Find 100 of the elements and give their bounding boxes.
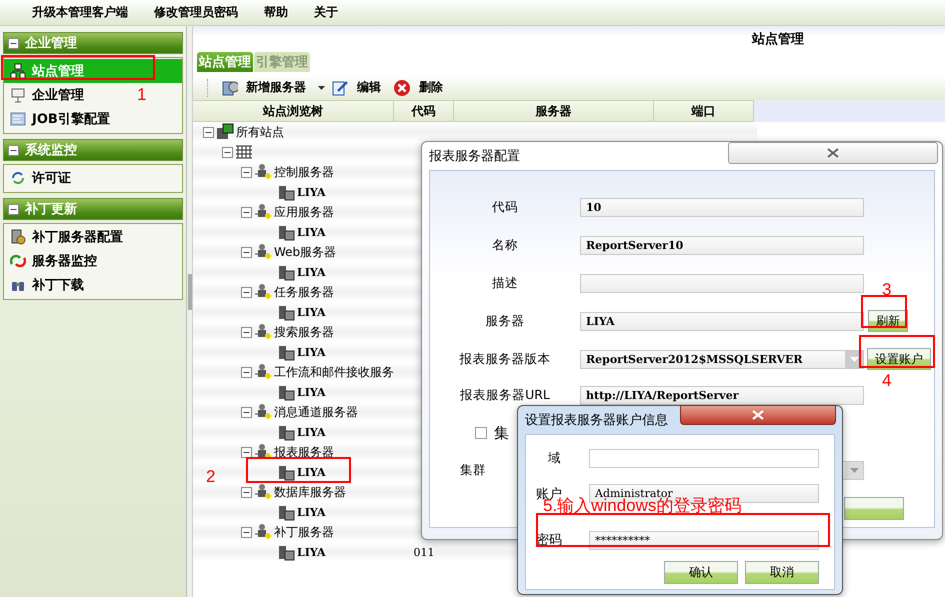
- code-cell-text: 011: [412, 544, 436, 560]
- tree-node[interactable]: LIYA: [297, 506, 326, 518]
- collapse-icon[interactable]: [241, 326, 252, 338]
- dialog-title: 设置报表服务器账户信息: [525, 412, 669, 429]
- sidebar-item[interactable]: 补丁下载: [4, 273, 88, 297]
- tree-node[interactable]: LIYA: [297, 226, 326, 238]
- field-label: 集群: [460, 462, 487, 478]
- column-header[interactable]: 端口: [654, 100, 754, 122]
- text-field[interactable]: ReportServer10: [580, 236, 864, 254]
- page-title: 站点管理: [752, 31, 804, 48]
- menu-item[interactable]: 关于: [314, 4, 338, 21]
- tree-node[interactable]: LIYA: [297, 546, 326, 558]
- text-field[interactable]: LIYA: [580, 312, 864, 330]
- close-button[interactable]: [728, 142, 938, 164]
- cancel-button[interactable]: 取消: [745, 560, 819, 584]
- collapse-icon[interactable]: [203, 126, 214, 138]
- server-group-icon: [254, 203, 272, 221]
- column-header[interactable]: 站点浏览树: [193, 100, 394, 122]
- tree-node[interactable]: LIYA: [297, 386, 326, 398]
- sites-icon: [216, 123, 234, 141]
- server-icon: [277, 263, 295, 281]
- presentation-board-icon: [10, 87, 26, 103]
- version-dropdown[interactable]: ReportServer2012$MSSQLSERVER: [580, 350, 864, 368]
- edit-icon: [331, 78, 349, 96]
- refresh-icon: [10, 170, 26, 186]
- field-label: 报表服务器版本: [458, 350, 552, 368]
- checkbox[interactable]: [475, 427, 487, 439]
- set-account-button[interactable]: 设置账户: [867, 348, 931, 370]
- server-group-icon: [254, 163, 272, 181]
- form-icon: [10, 111, 26, 127]
- tree-node[interactable]: 报表服务器: [274, 444, 334, 460]
- server-group-icon: [254, 363, 272, 381]
- field-label: 报表服务器URL: [459, 386, 551, 404]
- tree-node[interactable]: LIYA: [297, 266, 326, 278]
- tree-node[interactable]: Web服务器: [274, 244, 336, 260]
- org-chart-icon: [10, 63, 26, 79]
- server-icon: [277, 503, 295, 521]
- collapse-icon[interactable]: [241, 526, 252, 538]
- sidebar-item[interactable]: 服务器监控: [4, 249, 101, 273]
- tree-node[interactable]: 所有站点: [236, 124, 284, 140]
- text-field[interactable]: [589, 449, 819, 468]
- collapse-icon[interactable]: [241, 406, 252, 418]
- tree-node[interactable]: 应用服务器: [274, 204, 334, 220]
- caret-icon: [850, 356, 858, 362]
- collapse-icon[interactable]: [241, 286, 252, 298]
- collapse-icon[interactable]: [241, 166, 252, 178]
- collapse-icon[interactable]: [241, 366, 252, 378]
- field-label: 名称: [491, 236, 519, 254]
- tree-node[interactable]: LIYA: [297, 186, 326, 198]
- field-label: 域: [547, 450, 562, 467]
- tree-node[interactable]: 任务服务器: [274, 284, 334, 300]
- delete-button[interactable]: 删除: [393, 78, 443, 96]
- server-icon: [277, 463, 295, 481]
- tree-node[interactable]: 消息通道服务器: [274, 404, 358, 420]
- highlight-box: [861, 295, 907, 328]
- add-server-button[interactable]: 新增服务器: [220, 78, 306, 96]
- tree-node[interactable]: LIYA: [297, 466, 326, 478]
- server-group-icon: [254, 323, 272, 341]
- collapse-icon[interactable]: [8, 204, 19, 214]
- confirm-button[interactable]: 确认: [664, 560, 738, 584]
- step-number: 2: [206, 468, 216, 485]
- column-header[interactable]: 服务器: [454, 100, 654, 122]
- server-icon: [277, 223, 295, 241]
- text-field[interactable]: http://LIYA/ReportServer: [580, 386, 864, 404]
- sidebar-item[interactable]: 补丁服务器配置: [4, 225, 127, 249]
- server-group-icon: [254, 523, 272, 541]
- collapse-icon[interactable]: [222, 146, 233, 158]
- tree-node[interactable]: LIYA: [297, 426, 326, 438]
- close-icon: [827, 148, 839, 158]
- server-icon: [277, 183, 295, 201]
- menu-item[interactable]: 修改管理员密码: [154, 4, 238, 21]
- collapse-icon[interactable]: [241, 486, 252, 498]
- tree-node[interactable]: 补丁服务器: [274, 524, 334, 540]
- tree-node[interactable]: 工作流和邮件接收服务: [274, 364, 394, 380]
- tree-node[interactable]: LIYA: [297, 306, 326, 318]
- tree-node[interactable]: 控制服务器: [274, 164, 334, 180]
- sidebar-item[interactable]: 企业管理: [4, 83, 88, 107]
- tree-node[interactable]: 搜索服务器: [274, 324, 334, 340]
- checkbox-label: 集: [494, 424, 509, 442]
- close-button[interactable]: [680, 405, 836, 425]
- collapse-icon[interactable]: [241, 206, 252, 218]
- menu-item[interactable]: 升级本管理客户端: [32, 4, 128, 21]
- tree-node[interactable]: LIYA: [297, 346, 326, 358]
- field-label: 描述: [491, 274, 519, 292]
- field-label: 服务器: [484, 312, 526, 330]
- collapse-icon[interactable]: [241, 446, 252, 458]
- server-gear-icon: [10, 229, 26, 245]
- text-field[interactable]: [580, 274, 864, 292]
- step-number: 1: [137, 86, 146, 103]
- collapse-icon[interactable]: [241, 246, 252, 258]
- dialog-title: 报表服务器配置: [429, 148, 520, 165]
- tree-node[interactable]: 数据库服务器: [274, 484, 346, 500]
- collapse-icon[interactable]: [8, 38, 19, 48]
- splitter-handle[interactable]: [188, 274, 192, 310]
- menu-item[interactable]: 帮助: [264, 4, 288, 21]
- edit-button[interactable]: 编辑: [331, 78, 381, 96]
- caret-icon[interactable]: [318, 86, 325, 90]
- text-field[interactable]: 10: [580, 198, 864, 216]
- collapse-icon[interactable]: [8, 144, 19, 156]
- sidebar-item[interactable]: JOB引擎配置: [4, 107, 114, 131]
